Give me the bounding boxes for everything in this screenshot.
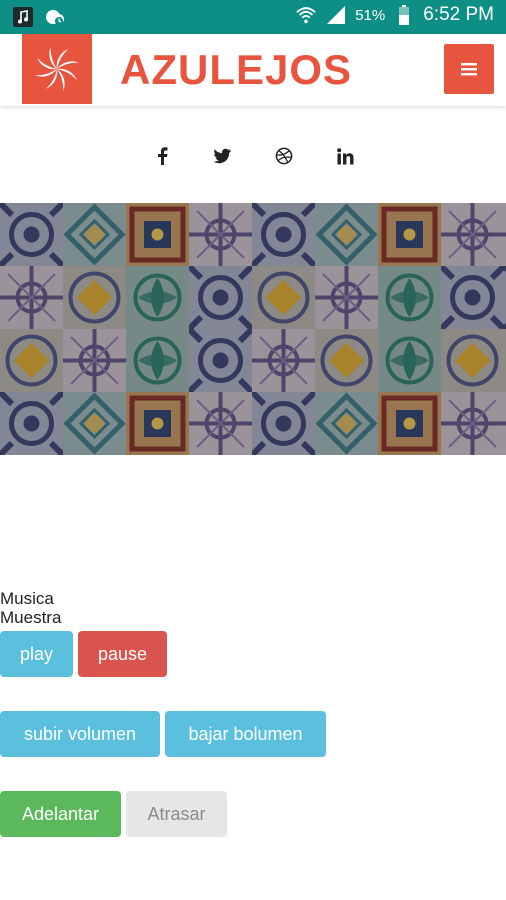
- battery-icon: [393, 4, 415, 26]
- twitter-icon[interactable]: [206, 140, 240, 172]
- battery-percent: 51%: [355, 6, 386, 24]
- cloud-sync-icon: [44, 6, 66, 28]
- play-button[interactable]: play: [0, 631, 73, 677]
- forward-button[interactable]: Adelantar: [0, 791, 121, 837]
- rewind-button[interactable]: Atrasar: [126, 791, 227, 837]
- flower-swirl-logo-icon[interactable]: [22, 34, 92, 104]
- banner-overlay: [0, 203, 506, 455]
- dribbble-icon[interactable]: [267, 140, 301, 172]
- music-notification-icon: [12, 6, 34, 28]
- audio-title: Musica: [0, 589, 54, 608]
- audio-subtitle: Muestra: [0, 608, 62, 627]
- brand-title[interactable]: AZULEJOS: [120, 46, 352, 94]
- app-header: AZULEJOS: [0, 34, 506, 106]
- linkedin-icon[interactable]: [328, 140, 362, 172]
- status-bar: 51% 6:52 PM: [0, 0, 506, 34]
- hamburger-menu-button[interactable]: [444, 44, 494, 94]
- wifi-icon: [295, 4, 317, 26]
- azulejo-tile-banner: [0, 203, 506, 455]
- volume-down-button[interactable]: bajar bolumen: [165, 711, 326, 757]
- clock: 6:52 PM: [423, 4, 494, 25]
- social-links: [0, 140, 506, 172]
- signal-icon: [325, 4, 347, 26]
- hamburger-menu-icon: [461, 63, 477, 76]
- volume-up-button[interactable]: subir volumen: [0, 711, 160, 757]
- facebook-icon[interactable]: [145, 140, 179, 172]
- pause-button[interactable]: pause: [78, 631, 167, 677]
